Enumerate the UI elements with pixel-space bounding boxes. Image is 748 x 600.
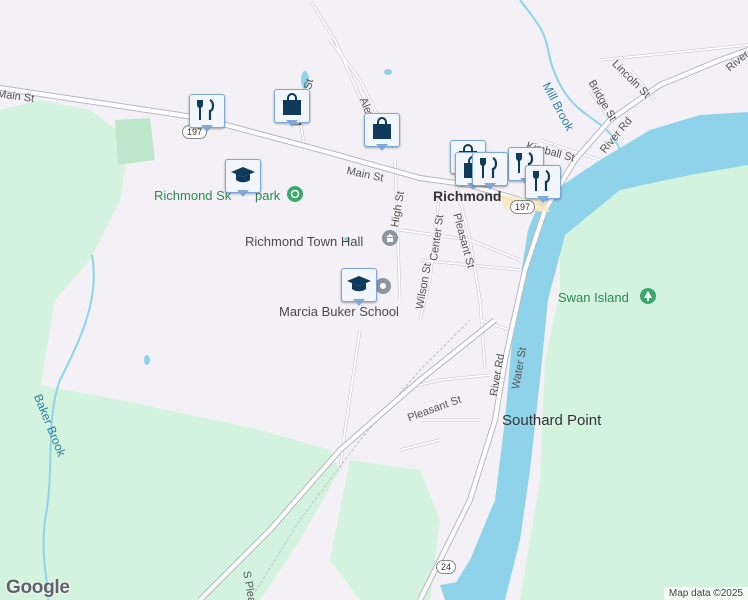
restaurant-icon (533, 170, 551, 191)
poi-label-park[interactable]: Richmond Sk (154, 188, 231, 203)
town-hall-icon[interactable] (382, 230, 398, 246)
shopping-pin[interactable] (364, 113, 400, 153)
restaurant-icon (197, 99, 215, 120)
route-24-shield: 24 (436, 560, 457, 574)
shopping-bag-icon (283, 93, 301, 115)
area-label-southard-point: Southard Point (502, 412, 602, 429)
poi-label-school[interactable]: Marcia Buker School (279, 304, 399, 319)
school-poi-icon[interactable] (375, 278, 391, 294)
school-icon (347, 276, 371, 292)
school-pin[interactable] (341, 268, 377, 308)
map-attribution[interactable]: Map data ©2025 (663, 587, 748, 600)
restaurant-pin[interactable] (525, 165, 561, 205)
restaurant-pin[interactable] (472, 152, 508, 192)
shopping-bag-icon (373, 117, 391, 139)
school-icon (231, 167, 255, 183)
google-logo: Google (6, 577, 70, 598)
forest-area-southeast (330, 460, 440, 600)
school-pin[interactable] (225, 159, 261, 199)
restaurant-icon (480, 157, 498, 178)
park-area-north (115, 118, 155, 165)
tree-icon[interactable] (640, 288, 656, 304)
restaurant-pin[interactable] (189, 94, 225, 134)
park-icon[interactable] (287, 186, 303, 202)
poi-label-town-hall[interactable]: Richmond Town Hall (245, 234, 363, 249)
poi-label-swan-island[interactable]: Swan Island (558, 290, 629, 305)
shopping-pin[interactable] (274, 89, 310, 129)
map-canvas[interactable]: 197 197 24 Main St Main St William St Al… (0, 0, 748, 600)
